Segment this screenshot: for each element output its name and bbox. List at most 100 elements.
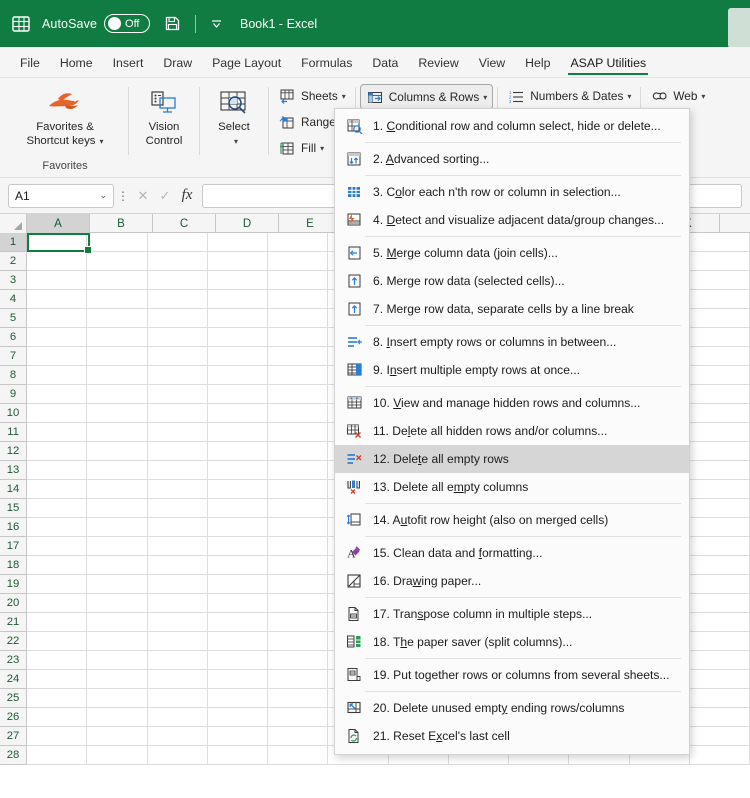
sheets-button[interactable]: Sheets ▾ <box>273 84 351 108</box>
grid-cell[interactable] <box>87 537 148 556</box>
menu-item-6[interactable]: 6. Merge row data (selected cells)... <box>335 267 689 295</box>
grid-cell[interactable] <box>207 613 268 632</box>
grid-cell[interactable] <box>147 328 208 347</box>
tab-draw[interactable]: Draw <box>153 48 202 77</box>
grid-cell[interactable] <box>147 727 208 746</box>
grid-cell[interactable] <box>87 670 148 689</box>
grid-cell[interactable] <box>27 670 88 689</box>
grid-cell[interactable] <box>207 727 268 746</box>
chevron-down-icon[interactable]: ⌄ <box>99 190 107 201</box>
grid-cell[interactable] <box>147 252 208 271</box>
grid-cell[interactable] <box>87 328 148 347</box>
grid-cell[interactable] <box>87 290 148 309</box>
grid-cell[interactable] <box>147 689 208 708</box>
grid-cell[interactable] <box>268 461 329 480</box>
grid-cell[interactable] <box>147 233 208 252</box>
grid-cell[interactable] <box>147 651 208 670</box>
row-header[interactable]: 6 <box>0 328 26 347</box>
grid-cell[interactable] <box>268 727 329 746</box>
row-header[interactable]: 3 <box>0 271 26 290</box>
grid-cell[interactable] <box>147 480 208 499</box>
grid-cell[interactable] <box>87 385 148 404</box>
grid-cell[interactable] <box>268 556 329 575</box>
grid-cell[interactable] <box>87 518 148 537</box>
grid-cell[interactable] <box>147 575 208 594</box>
tab-help[interactable]: Help <box>515 48 560 77</box>
grid-cell[interactable] <box>147 556 208 575</box>
grid-cell[interactable] <box>268 252 329 271</box>
grid-cell[interactable] <box>27 727 88 746</box>
grid-cell[interactable] <box>268 499 329 518</box>
grid-cell[interactable] <box>689 442 750 461</box>
grid-cell[interactable] <box>147 537 208 556</box>
grid-cell[interactable] <box>207 233 268 252</box>
grid-cell[interactable] <box>207 309 268 328</box>
grid-cell[interactable] <box>147 385 208 404</box>
tab-asap-utilities[interactable]: ASAP Utilities <box>560 48 656 77</box>
row-header[interactable]: 20 <box>0 594 26 613</box>
grid-cell[interactable] <box>27 651 88 670</box>
grid-cell[interactable] <box>27 632 88 651</box>
grid-cell[interactable] <box>147 290 208 309</box>
menu-item-14[interactable]: 14. Autofit row height (also on merged c… <box>335 506 689 534</box>
menu-item-17[interactable]: 17. Transpose column in multiple steps..… <box>335 600 689 628</box>
grid-cell[interactable] <box>27 309 88 328</box>
grid-cell[interactable] <box>268 366 329 385</box>
enter-icon[interactable]: ✓ <box>154 184 176 208</box>
grid-cell[interactable] <box>147 347 208 366</box>
grid-cell[interactable] <box>27 480 88 499</box>
grid-cell[interactable] <box>689 309 750 328</box>
grid-cell[interactable] <box>268 537 329 556</box>
row-header[interactable]: 23 <box>0 651 26 670</box>
grid-cell[interactable] <box>689 366 750 385</box>
grid-cell[interactable] <box>27 461 88 480</box>
menu-item-4[interactable]: 4. Detect and visualize adjacent data/gr… <box>335 206 689 234</box>
row-header[interactable]: 14 <box>0 480 26 499</box>
tab-data[interactable]: Data <box>362 48 408 77</box>
tab-formulas[interactable]: Formulas <box>291 48 362 77</box>
column-header-B[interactable]: B <box>90 214 153 233</box>
grid-cell[interactable] <box>268 309 329 328</box>
grid-cell[interactable] <box>689 537 750 556</box>
grid-cell[interactable] <box>147 442 208 461</box>
grid-cell[interactable] <box>268 594 329 613</box>
menu-item-3[interactable]: 3. Color each n'th row or column in sele… <box>335 178 689 206</box>
grid-cell[interactable] <box>689 404 750 423</box>
grid-cell[interactable] <box>27 746 88 765</box>
grid-cell[interactable] <box>87 708 148 727</box>
row-header[interactable]: 24 <box>0 670 26 689</box>
grid-cell[interactable] <box>27 499 88 518</box>
autosave-toggle[interactable]: Off <box>104 14 151 33</box>
column-header-C[interactable]: C <box>153 214 216 233</box>
row-header[interactable]: 2 <box>0 252 26 271</box>
numbers-dates-button[interactable]: 1 2 3 Numbers & Dates ▾ <box>502 84 636 108</box>
grid-cell[interactable] <box>689 651 750 670</box>
grid-cell[interactable] <box>689 290 750 309</box>
row-header[interactable]: 1 <box>0 233 26 252</box>
grid-cell[interactable] <box>147 309 208 328</box>
grid-cell[interactable] <box>207 537 268 556</box>
grid-cell[interactable] <box>87 556 148 575</box>
grid-cell[interactable] <box>268 651 329 670</box>
grid-cell[interactable] <box>689 252 750 271</box>
grid-cell[interactable] <box>207 290 268 309</box>
row-header[interactable]: 5 <box>0 309 26 328</box>
grid-cell[interactable] <box>207 499 268 518</box>
grid-cell[interactable] <box>207 670 268 689</box>
row-header[interactable]: 10 <box>0 404 26 423</box>
row-header[interactable]: 17 <box>0 537 26 556</box>
grid-cell[interactable] <box>87 347 148 366</box>
row-header[interactable]: 16 <box>0 518 26 537</box>
menu-item-8[interactable]: 8. Insert empty rows or columns in betwe… <box>335 328 689 356</box>
fx-insert-function-icon[interactable]: fx <box>176 184 198 208</box>
grid-cell[interactable] <box>27 575 88 594</box>
row-header[interactable]: 21 <box>0 613 26 632</box>
column-header-E[interactable]: E <box>279 214 342 233</box>
menu-item-16[interactable]: 16. Drawing paper... <box>335 567 689 595</box>
grid-cell[interactable] <box>689 271 750 290</box>
grid-cell[interactable] <box>87 632 148 651</box>
column-header-A[interactable]: A <box>27 214 90 233</box>
grid-cell[interactable] <box>27 689 88 708</box>
select-all-corner[interactable] <box>0 214 27 233</box>
grid-cell[interactable] <box>207 632 268 651</box>
